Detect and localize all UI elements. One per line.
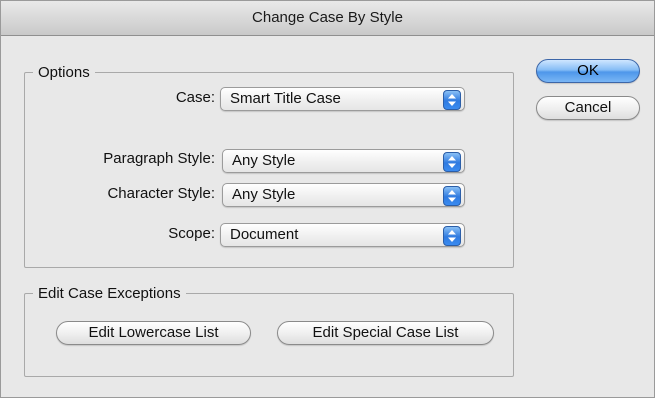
paragraph-style-label: Paragraph Style: [103,150,215,167]
dialog-content: Options Case: Smart Title Case Paragraph… [1,36,654,397]
case-label: Case: [175,89,215,106]
case-exceptions-legend: Edit Case Exceptions [38,285,181,302]
ok-button[interactable]: OK [536,59,640,83]
up-down-arrows-icon [443,226,461,246]
up-down-arrows-icon [443,152,461,172]
options-legend: Options [38,64,90,81]
character-style-popup-value: Any Style [232,186,296,203]
character-style-popup[interactable]: Any Style [222,183,465,207]
dialog-title: Change Case By Style [1,1,654,36]
edit-special-case-list-button[interactable]: Edit Special Case List [277,321,494,345]
character-style-label: Character Style: [107,185,215,202]
paragraph-style-popup[interactable]: Any Style [222,149,465,173]
scope-popup[interactable]: Document [220,223,465,247]
scope-label: Scope: [168,225,215,242]
up-down-arrows-icon [443,90,461,110]
cancel-button[interactable]: Cancel [536,96,640,120]
scope-popup-value: Document [230,226,299,243]
edit-lowercase-list-button[interactable]: Edit Lowercase List [56,321,251,345]
up-down-arrows-icon [443,186,461,206]
case-popup[interactable]: Smart Title Case [220,87,465,111]
paragraph-style-popup-value: Any Style [232,152,296,169]
case-popup-value: Smart Title Case [230,90,341,107]
change-case-dialog: Change Case By Style Options Case: Smart… [0,0,655,398]
